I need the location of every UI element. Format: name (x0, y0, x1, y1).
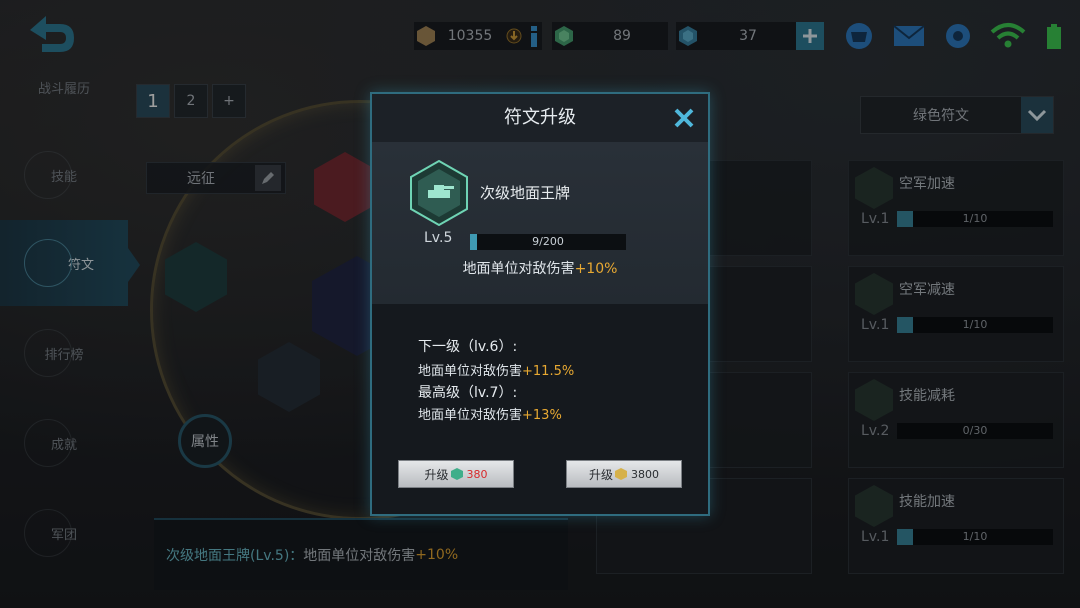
close-button[interactable] (670, 104, 698, 132)
gold-cost: 3800 (631, 467, 659, 481)
upgrade-label: 升级 (424, 467, 449, 482)
tank-rune-icon (410, 159, 468, 227)
rune-level: Lv.5 (424, 230, 453, 246)
next-level-heading: 下一级（lv.6）: (418, 339, 518, 355)
upgrade-label: 升级 (588, 467, 613, 482)
rune-progress-text: 9/200 (532, 235, 564, 248)
next-effect-text: 地面单位对敌伤害 (418, 364, 523, 379)
max-level-heading: 最高级（lv.7）: (418, 385, 518, 401)
rune-current-effect: 地面单位对敌伤害+10% (372, 258, 708, 278)
upgrade-gem-button[interactable]: 升级 380 (398, 460, 514, 488)
upgrade-gold-button[interactable]: 升级 3800 (566, 460, 682, 488)
rune-name: 次级地面王牌 (480, 184, 571, 202)
max-level-effect: 地面单位对敌伤害+13% (418, 404, 562, 423)
rune-progress-bar: 9/200 (470, 234, 626, 250)
effect-bonus: +10% (574, 261, 618, 277)
gem-cost: 380 (466, 467, 488, 481)
next-effect-bonus: +11.5% (522, 364, 575, 379)
effect-text: 地面单位对敌伤害 (462, 261, 575, 277)
dialog-title: 符文升级 (372, 94, 708, 142)
gem-icon (449, 466, 465, 482)
next-level-effect: 地面单位对敌伤害+11.5% (418, 360, 574, 379)
close-icon (674, 108, 694, 128)
max-effect-bonus: +13% (522, 408, 562, 423)
max-effect-text: 地面单位对敌伤害 (418, 408, 523, 423)
rune-upgrade-dialog: 符文升级 次级地面王牌 Lv.5 9/200 地面单位对敌伤害+10% 下一级（… (370, 92, 710, 516)
gold-icon (613, 466, 629, 482)
